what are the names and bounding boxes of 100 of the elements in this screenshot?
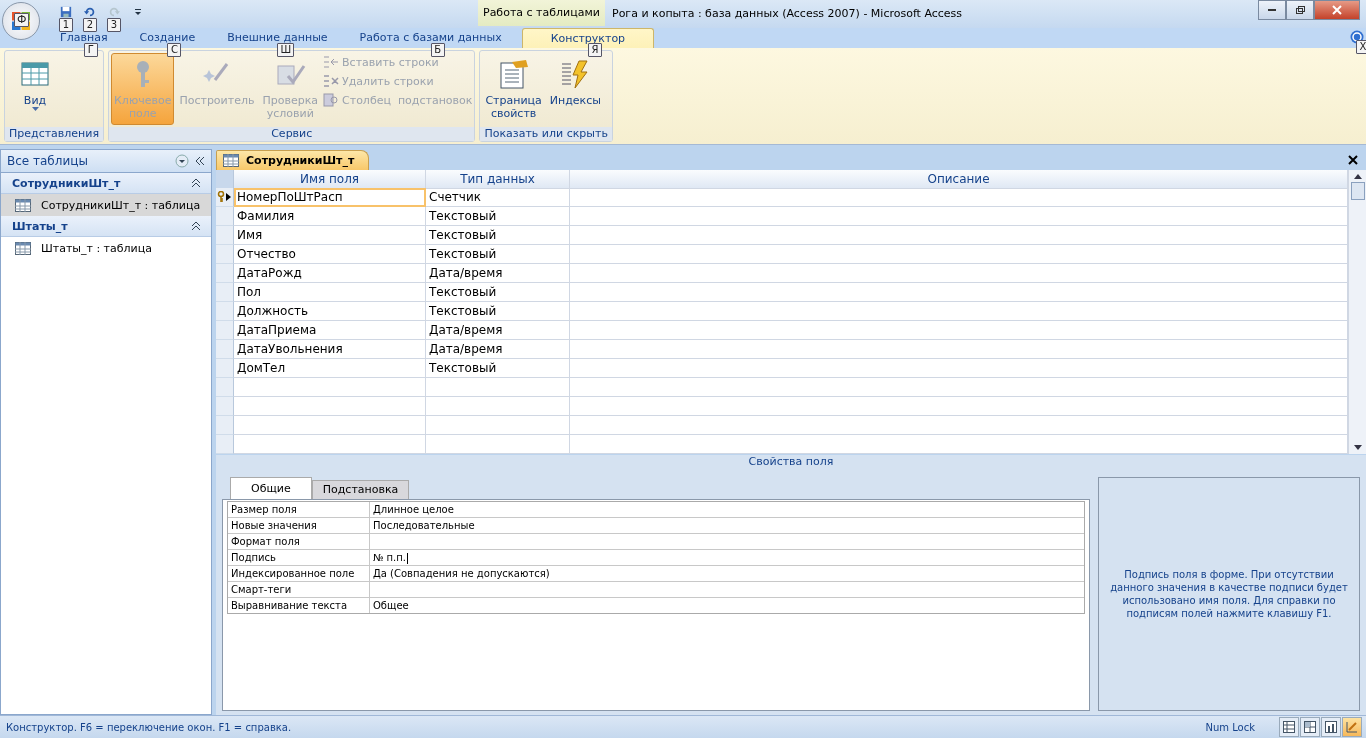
- bar-chart-icon: [1325, 721, 1337, 733]
- table-cell[interactable]: [234, 435, 426, 454]
- table-cell[interactable]: Текстовый: [426, 302, 570, 321]
- key-icon: [217, 191, 225, 203]
- table-cell[interactable]: Имя: [234, 226, 426, 245]
- datasheet-view-button[interactable]: [1279, 717, 1299, 737]
- table-cell[interactable]: [234, 416, 426, 435]
- table-cell[interactable]: Текстовый: [426, 245, 570, 264]
- column-header[interactable]: Описание: [570, 170, 1348, 189]
- table-item[interactable]: СотрудникиШт_т : таблица: [1, 194, 211, 216]
- table-cell[interactable]: Счетчик: [426, 188, 570, 207]
- column-header[interactable]: Тип данных: [426, 170, 570, 189]
- tab[interactable]: Общие: [230, 477, 312, 499]
- customize-icon[interactable]: [134, 8, 142, 16]
- table-cell[interactable]: Должность: [234, 302, 426, 321]
- scroll-thumb[interactable]: [1350, 182, 1365, 200]
- keytip: Ш: [277, 43, 295, 57]
- row-selector[interactable]: [216, 188, 234, 207]
- table-cell[interactable]: Пол: [234, 283, 426, 302]
- table-cell[interactable]: НомерПоШтРасп: [234, 188, 426, 207]
- table-item[interactable]: Штаты_т : таблица: [1, 237, 211, 259]
- table-cell[interactable]: [426, 435, 570, 454]
- save-button[interactable]: [58, 6, 74, 18]
- table-cell[interactable]: Текстовый: [426, 283, 570, 302]
- collapse-icon[interactable]: [191, 178, 201, 188]
- table-cell[interactable]: ДатаПриема: [234, 321, 426, 340]
- table-cell[interactable]: [570, 226, 1348, 245]
- table-cell[interactable]: [426, 416, 570, 435]
- scroll-down-icon[interactable]: [1353, 445, 1362, 450]
- table-cell[interactable]: [234, 378, 426, 397]
- maximize-button[interactable]: [1286, 0, 1314, 20]
- table-cell[interactable]: [426, 397, 570, 416]
- property-sheet-button[interactable]: Страница свойств: [482, 53, 545, 125]
- property-field[interactable]: Длинное целое: [370, 502, 1084, 517]
- office-button[interactable]: Ф: [2, 2, 40, 40]
- table-icon: [15, 241, 31, 255]
- table-cell[interactable]: ДатаУвольнения: [234, 340, 426, 359]
- property-label: Новые значения: [228, 518, 370, 533]
- table-cell[interactable]: [570, 435, 1348, 454]
- nav-group-header[interactable]: СотрудникиШт_т: [1, 173, 211, 194]
- property-field[interactable]: Да (Совпадения не допускаются): [370, 566, 1084, 581]
- pivot-chart-view-button[interactable]: [1321, 717, 1341, 737]
- tab[interactable]: Подстановка: [311, 480, 410, 499]
- property-field[interactable]: № п.п.: [370, 550, 1084, 565]
- table-cell[interactable]: [426, 378, 570, 397]
- table-icon: [1283, 721, 1295, 733]
- table-cell[interactable]: [570, 359, 1348, 378]
- scroll-up-icon[interactable]: [1353, 174, 1362, 179]
- document-tab[interactable]: СотрудникиШт_т: [216, 150, 370, 170]
- keytip: Г: [83, 43, 98, 57]
- table-cell[interactable]: [570, 283, 1348, 302]
- table-cell[interactable]: Текстовый: [426, 207, 570, 226]
- property-field[interactable]: Общее: [370, 598, 1084, 613]
- table-cell[interactable]: [570, 378, 1348, 397]
- caret-icon: [31, 107, 39, 111]
- property-field[interactable]: Последовательные: [370, 518, 1084, 533]
- property-label: Индексированное поле: [228, 566, 370, 581]
- table-cell[interactable]: Дата/время: [426, 340, 570, 359]
- group-label: Представления: [5, 127, 104, 141]
- insert-rows-icon: [323, 55, 340, 69]
- table-cell[interactable]: Текстовый: [426, 226, 570, 245]
- dropdown-icon[interactable]: [175, 154, 189, 168]
- table-cell[interactable]: [570, 245, 1348, 264]
- table-cell[interactable]: Дата/время: [426, 264, 570, 283]
- group-label: Показать или скрыть: [480, 127, 612, 141]
- section-title: Свойства поля: [216, 455, 1366, 469]
- table-cell[interactable]: [570, 416, 1348, 435]
- table-cell[interactable]: ДомТел: [234, 359, 426, 378]
- restore-icon: [1295, 6, 1305, 14]
- table-cell[interactable]: [570, 397, 1348, 416]
- keytip: Ф: [14, 13, 30, 27]
- table-cell[interactable]: ДатаРожд: [234, 264, 426, 283]
- delete-rows-icon: [323, 74, 340, 88]
- close-icon[interactable]: [1348, 155, 1358, 165]
- minimize-button[interactable]: [1258, 0, 1286, 20]
- close-button[interactable]: [1314, 0, 1360, 20]
- table-cell[interactable]: Отчество: [234, 245, 426, 264]
- collapse-icon[interactable]: [195, 156, 205, 166]
- status-text: Конструктор. F6 = переключение окон. F1 = справка.: [6, 721, 293, 733]
- sheet-icon: [497, 58, 530, 90]
- table-cell[interactable]: Текстовый: [426, 359, 570, 378]
- nav-group-header[interactable]: Штаты_т: [1, 216, 211, 237]
- table-cell[interactable]: [570, 264, 1348, 283]
- help-text: Подпись поля в форме. При отсутствии данного значения в качестве подписи будет использовано имя поля. Для справки по подписям полей нажмите клавишу F1.: [1109, 568, 1349, 620]
- table-cell[interactable]: Фамилия: [234, 207, 426, 226]
- table-cell[interactable]: [570, 340, 1348, 359]
- nav-pane-header[interactable]: Все таблицы: [1, 150, 211, 173]
- pivot-table-view-button[interactable]: [1300, 717, 1320, 737]
- table-cell[interactable]: [234, 397, 426, 416]
- view-button[interactable]: Вид: [7, 53, 63, 125]
- save-icon: [60, 6, 72, 18]
- table-cell[interactable]: [570, 188, 1348, 207]
- lookup-icon: [323, 93, 340, 107]
- nav-pane-title: Все таблицы: [7, 154, 89, 168]
- scrollbar[interactable]: [1348, 170, 1366, 454]
- table-cell[interactable]: [570, 302, 1348, 321]
- collapse-icon[interactable]: [191, 221, 201, 231]
- table-cell[interactable]: [570, 207, 1348, 226]
- table-cell[interactable]: Дата/время: [426, 321, 570, 340]
- table-cell[interactable]: [570, 321, 1348, 340]
